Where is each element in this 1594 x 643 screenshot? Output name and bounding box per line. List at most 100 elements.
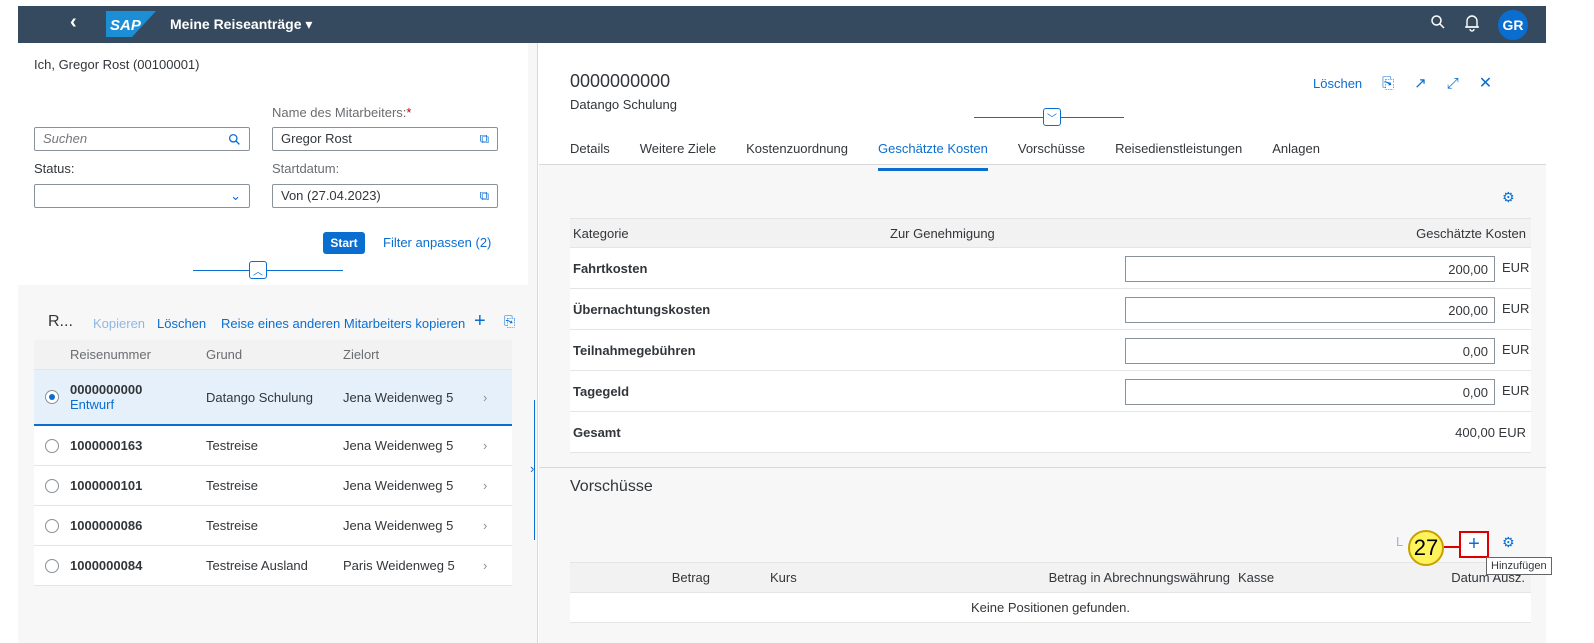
trip-number: 1000000086: [70, 518, 143, 533]
tab-advances[interactable]: Vorschüsse: [1018, 141, 1085, 171]
expand-header-button[interactable]: ﹀: [1043, 108, 1061, 126]
row-radio[interactable]: [45, 390, 59, 404]
search-icon[interactable]: [1430, 14, 1446, 30]
table-row: Tagegeld 0,00 EUR: [570, 371, 1531, 412]
search-icon[interactable]: [228, 133, 241, 146]
value-help-icon[interactable]: ⧉: [480, 188, 489, 204]
sap-logo[interactable]: SAP: [106, 11, 156, 37]
back-icon[interactable]: ‹: [70, 11, 77, 34]
column-header: Betrag in Abrechnungswährung: [1048, 570, 1230, 585]
advances-table: Betrag Kurs Betrag in Abrechnungswährung…: [570, 562, 1531, 623]
tooltip: Hinzufügen: [1486, 557, 1552, 575]
filter-bar: Ich, Gregor Rost (00100001) Name des Mit…: [18, 43, 528, 285]
tab-estimated-costs[interactable]: Geschätzte Kosten: [878, 141, 988, 171]
column-header: Reisenummer: [70, 347, 151, 362]
column-header: Geschätzte Kosten: [1416, 225, 1526, 241]
collapse-line: [193, 270, 343, 271]
column-header: Kurs: [770, 570, 797, 585]
table-row[interactable]: 1000000101 Testreise Jena Weidenweg 5 ›: [34, 466, 512, 506]
tab-details[interactable]: Details: [570, 141, 610, 171]
settings-gear-icon[interactable]: ⚙: [1502, 189, 1515, 206]
chevron-down-icon[interactable]: ⌄: [230, 188, 241, 204]
chevron-right-icon[interactable]: ›: [530, 461, 534, 476]
adapt-filters-link[interactable]: Filter anpassen (2): [383, 235, 491, 250]
start-date-label: Startdatum:: [272, 161, 340, 176]
column-header: Grund: [206, 347, 243, 362]
app-title[interactable]: Meine Reiseanträge ▾: [170, 16, 312, 33]
master-list-pane: Ich, Gregor Rost (00100001) Name des Mit…: [18, 43, 538, 643]
table-row[interactable]: 1000000163 Testreise Jena Weidenweg 5 ›: [34, 426, 512, 466]
start-date-value: Von (27.04.2023): [281, 188, 381, 203]
cost-amount-input[interactable]: 0,00: [1125, 338, 1495, 364]
notification-bell-icon[interactable]: [1464, 14, 1480, 32]
value-help-icon[interactable]: ⧉: [480, 131, 489, 147]
cost-amount-input[interactable]: 200,00: [1125, 256, 1495, 282]
row-radio[interactable]: [45, 438, 59, 453]
column-header: Zielort: [343, 347, 380, 362]
row-radio[interactable]: [45, 478, 59, 493]
delete-button-clipped[interactable]: L: [1396, 534, 1403, 549]
trip-reason: Testreise: [206, 518, 259, 533]
column-header: Betrag: [671, 570, 710, 585]
cost-amount-input[interactable]: 200,00: [1125, 297, 1495, 323]
chevron-right-icon[interactable]: ›: [483, 558, 512, 573]
table-header: Reisenummer Grund Zielort: [34, 340, 512, 370]
delete-button[interactable]: Löschen: [1313, 76, 1362, 91]
table-row[interactable]: 1000000086 Testreise Jena Weidenweg 5 ›: [34, 506, 512, 546]
name-label: Name des Mitarbeiters:*: [272, 105, 411, 120]
cost-category: Übernachtungskosten: [573, 301, 711, 317]
collapse-header-button[interactable]: ︿: [249, 261, 267, 279]
trip-number: 1000000084: [70, 558, 143, 573]
table-row: Fahrtkosten 200,00 EUR: [570, 248, 1531, 289]
column-header: Kategorie: [573, 225, 629, 241]
search-input[interactable]: Suchen: [34, 127, 250, 151]
delete-button[interactable]: Löschen: [157, 316, 206, 331]
trip-reason: Testreise Ausland: [206, 558, 308, 573]
share-icon[interactable]: ↗: [1414, 74, 1427, 92]
status-label: Status:: [34, 161, 75, 176]
trip-reason: Testreise: [206, 478, 259, 493]
export-icon[interactable]: ⎘: [504, 313, 515, 330]
tab-attachments[interactable]: Anlagen: [1272, 141, 1320, 171]
status-select[interactable]: ⌄: [34, 184, 250, 208]
chevron-right-icon[interactable]: ›: [483, 478, 512, 493]
fullscreen-icon[interactable]: ⤢: [1447, 75, 1459, 92]
currency: EUR: [1502, 383, 1530, 398]
row-radio[interactable]: [45, 558, 59, 573]
shell-bar: ‹ SAP Meine Reiseanträge ▾ GR: [18, 6, 1546, 43]
chevron-right-icon[interactable]: ›: [483, 390, 512, 405]
employee-name-field[interactable]: Gregor Rost ⧉: [272, 127, 498, 151]
settings-gear-icon[interactable]: ⚙: [1502, 534, 1515, 551]
chevron-right-icon[interactable]: ›: [483, 438, 512, 453]
copy-other-employee-button[interactable]: Reise eines anderen Mitarbeiters kopiere…: [221, 316, 465, 331]
tab-travel-services[interactable]: Reisedienstleistungen: [1115, 141, 1242, 171]
total-value: 400,00 EUR: [1455, 424, 1526, 440]
avatar[interactable]: GR: [1498, 10, 1528, 40]
row-radio[interactable]: [45, 518, 59, 533]
copy-button[interactable]: Kopieren: [93, 316, 145, 331]
add-icon[interactable]: +: [474, 310, 486, 333]
trip-destination: Jena Weidenweg 5: [343, 389, 454, 405]
cost-amount-input[interactable]: 0,00: [1125, 379, 1495, 405]
add-advance-button[interactable]: +: [1459, 531, 1489, 558]
trip-destination: Jena Weidenweg 5: [343, 438, 454, 453]
trip-number: 0000000000: [70, 382, 143, 397]
tab-cost-assignment[interactable]: Kostenzuordnung: [746, 141, 848, 171]
trip-number: 1000000101: [70, 478, 143, 493]
start-date-field[interactable]: Von (27.04.2023) ⧉: [272, 184, 498, 208]
close-icon[interactable]: ✕: [1479, 73, 1492, 93]
start-button[interactable]: Start: [323, 232, 365, 254]
cost-category: Teilnahmegebühren: [573, 342, 696, 358]
table-row[interactable]: 0000000000 Entwurf Datango Schulung Jena …: [34, 370, 512, 426]
total-row: Gesamt 400,00 EUR: [570, 412, 1531, 453]
chevron-right-icon[interactable]: ›: [483, 518, 512, 533]
copy-icon[interactable]: ⎘: [1382, 75, 1394, 92]
trip-destination: Jena Weidenweg 5: [343, 478, 454, 493]
tab-other-destinations[interactable]: Weitere Ziele: [640, 141, 716, 171]
trip-reason: Datango Schulung: [206, 389, 313, 405]
table-row[interactable]: 1000000084 Testreise Ausland Paris Weide…: [34, 546, 512, 586]
trip-number: 1000000163: [70, 438, 143, 453]
detail-pane: 0000000000 Datango Schulung Löschen ⎘ ↗ …: [539, 43, 1546, 643]
callout-line: [1444, 546, 1460, 548]
estimated-costs-table: Kategorie Zur Genehmigung Geschätzte Kos…: [570, 218, 1531, 453]
